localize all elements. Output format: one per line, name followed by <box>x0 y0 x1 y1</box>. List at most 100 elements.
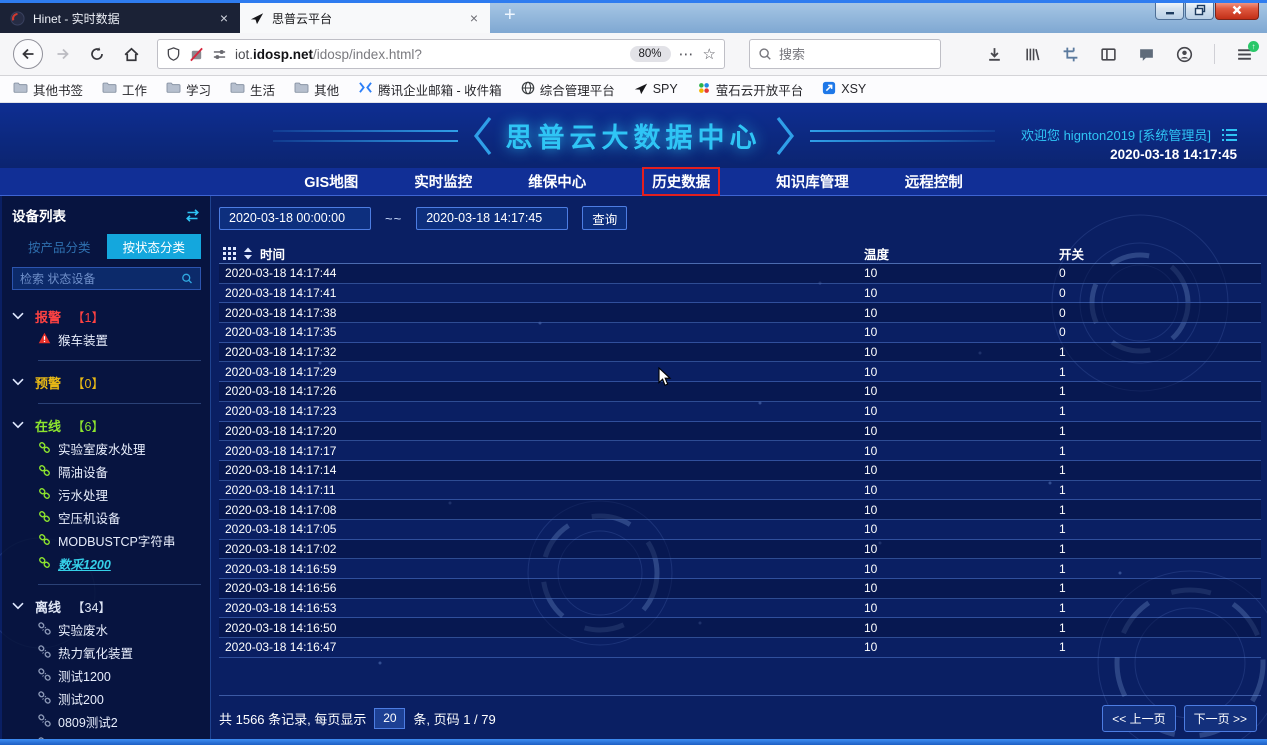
grid-icon[interactable] <box>223 247 236 260</box>
nav-tab-远程控制[interactable]: 远程控制 <box>905 171 963 192</box>
device-group-header[interactable]: 离线【34】 <box>12 594 201 618</box>
table-row[interactable]: 2020-03-18 14:17:44100 <box>219 264 1261 284</box>
device-group-header[interactable]: 预警【0】 <box>12 370 201 394</box>
table-row[interactable]: 2020-03-18 14:17:11101 <box>219 481 1261 501</box>
reload-button[interactable] <box>83 40 111 68</box>
browser-tab-hinet[interactable]: Hinet - 实时数据 × <box>0 3 240 33</box>
bookmark-item[interactable]: 腾讯企业邮箱 - 收件箱 <box>358 80 502 99</box>
sidebar-toggle-icon[interactable] <box>1100 46 1117 63</box>
column-header[interactable]: 温度 <box>864 244 1059 263</box>
search-input[interactable] <box>779 47 909 62</box>
table-row[interactable]: 2020-03-18 14:17:05101 <box>219 520 1261 540</box>
bookmark-star-icon[interactable]: ☆ <box>703 45 716 63</box>
bookmark-item[interactable]: 萤石云开放平台 <box>697 80 804 99</box>
table-row[interactable]: 2020-03-18 14:17:14101 <box>219 461 1261 481</box>
device-item[interactable]: 隔油设备 <box>12 460 201 483</box>
page-size-input[interactable]: 20 <box>374 708 405 729</box>
back-button[interactable] <box>13 39 43 69</box>
table-row[interactable]: 2020-03-18 14:17:29101 <box>219 362 1261 382</box>
nav-tab-实时监控[interactable]: 实时监控 <box>414 171 472 192</box>
device-item[interactable]: 空压机设备 <box>12 506 201 529</box>
screenshot-icon[interactable] <box>1062 46 1079 63</box>
column-header[interactable]: 时间 <box>260 244 285 263</box>
nav-tab-知识库管理[interactable]: 知识库管理 <box>776 171 849 192</box>
table-row[interactable]: 2020-03-18 14:17:20101 <box>219 422 1261 442</box>
bookmark-item[interactable]: XSY <box>822 81 866 98</box>
url-text[interactable]: iot.idosp.net/idosp/index.html? <box>235 47 622 62</box>
table-row[interactable]: 2020-03-18 14:16:56101 <box>219 579 1261 599</box>
device-item[interactable]: 热力氧化装置 <box>12 641 201 664</box>
tab-by-product[interactable]: 按产品分类 <box>12 234 107 259</box>
end-datetime-input[interactable] <box>416 207 568 230</box>
bookmark-item[interactable]: 其他书签 <box>13 80 83 99</box>
tab-strip: Hinet - 实时数据 × 思普云平台 × + <box>0 0 1267 33</box>
table-row[interactable]: 2020-03-18 14:17:41100 <box>219 284 1261 304</box>
device-item[interactable]: 污水处理 <box>12 483 201 506</box>
start-datetime-input[interactable] <box>219 207 371 230</box>
bookmark-item[interactable]: 学习 <box>166 80 211 99</box>
device-item[interactable]: 数采1200 <box>12 552 201 575</box>
device-item[interactable]: 猴车装置 <box>12 328 201 351</box>
nav-tab-GIS地图[interactable]: GIS地图 <box>304 171 358 192</box>
bookmark-item[interactable]: 其他 <box>294 80 339 99</box>
forward-button[interactable] <box>49 40 77 68</box>
close-button[interactable] <box>1215 0 1259 20</box>
nav-tab-历史数据[interactable]: 历史数据 <box>642 167 720 196</box>
downloads-icon[interactable] <box>986 46 1003 63</box>
device-item[interactable]: 实验废水 <box>12 618 201 641</box>
tab-by-status[interactable]: 按状态分类 <box>107 234 202 259</box>
zoom-level-badge[interactable]: 80% <box>630 46 671 62</box>
table-row[interactable]: 2020-03-18 14:17:32101 <box>219 343 1261 363</box>
cell-switch: 1 <box>1059 463 1261 477</box>
library-icon[interactable] <box>1024 46 1041 63</box>
menu-button[interactable]: ↑ <box>1236 46 1253 63</box>
nav-tab-维保中心[interactable]: 维保中心 <box>528 171 586 192</box>
table-row[interactable]: 2020-03-18 14:16:53101 <box>219 599 1261 619</box>
table-row[interactable]: 2020-03-18 14:16:47101 <box>219 638 1261 658</box>
next-page-button[interactable]: 下一页 >> <box>1184 705 1257 732</box>
browser-tab-sipuyun[interactable]: 思普云平台 × <box>240 3 490 33</box>
cell-temperature: 10 <box>864 424 1059 438</box>
table-row[interactable]: 2020-03-18 14:16:59101 <box>219 559 1261 579</box>
table-row[interactable]: 2020-03-18 14:17:26101 <box>219 382 1261 402</box>
restore-button[interactable] <box>1185 0 1214 20</box>
close-tab-icon[interactable]: × <box>468 10 480 26</box>
close-tab-icon[interactable]: × <box>218 10 230 26</box>
table-row[interactable]: 2020-03-18 14:17:38100 <box>219 303 1261 323</box>
new-tab-button[interactable]: + <box>504 4 516 27</box>
device-item[interactable]: 测试200 <box>12 687 201 710</box>
device-group-header[interactable]: 在线【6】 <box>12 413 201 437</box>
account-icon[interactable] <box>1176 46 1193 63</box>
chat-icon[interactable] <box>1138 46 1155 63</box>
device-group-header[interactable]: 报警【1】 <box>12 304 201 328</box>
table-row[interactable]: 2020-03-18 14:16:50101 <box>219 618 1261 638</box>
list-menu-icon[interactable] <box>1221 128 1237 142</box>
home-button[interactable] <box>117 40 145 68</box>
device-item[interactable]: 0809测试2 <box>12 710 201 733</box>
device-item[interactable]: 测试1200 <box>12 664 201 687</box>
title-line-left <box>273 129 458 143</box>
device-search-input[interactable] <box>20 272 175 286</box>
table-row[interactable]: 2020-03-18 14:17:35100 <box>219 323 1261 343</box>
table-row[interactable]: 2020-03-18 14:17:23101 <box>219 402 1261 422</box>
device-item[interactable]: 实验室废水处理 <box>12 437 201 460</box>
bookmark-item[interactable]: 生活 <box>230 80 275 99</box>
bookmark-item[interactable]: 综合管理平台 <box>521 80 615 99</box>
minimize-button[interactable] <box>1155 0 1184 20</box>
query-button[interactable]: 查询 <box>582 206 627 230</box>
cell-time: 2020-03-18 14:17:29 <box>219 365 864 379</box>
swap-icon[interactable] <box>184 208 201 223</box>
table-row[interactable]: 2020-03-18 14:17:08101 <box>219 500 1261 520</box>
url-bar[interactable]: iot.idosp.net/idosp/index.html? 80% ⋯ ☆ <box>157 39 725 69</box>
prev-page-button[interactable]: << 上一页 <box>1102 705 1175 732</box>
page-actions-icon[interactable]: ⋯ <box>679 45 695 63</box>
device-item[interactable]: MODBUSTCP字符串 <box>12 529 201 552</box>
column-header[interactable]: 开关 <box>1059 244 1261 263</box>
table-row[interactable]: 2020-03-18 14:17:02101 <box>219 540 1261 560</box>
search-bar[interactable] <box>749 39 941 69</box>
bookmark-item[interactable]: 工作 <box>102 80 147 99</box>
sort-icon[interactable] <box>243 247 253 260</box>
bookmark-item[interactable]: SPY <box>634 81 678 98</box>
table-row[interactable]: 2020-03-18 14:17:17101 <box>219 441 1261 461</box>
device-search-box[interactable] <box>12 267 201 290</box>
